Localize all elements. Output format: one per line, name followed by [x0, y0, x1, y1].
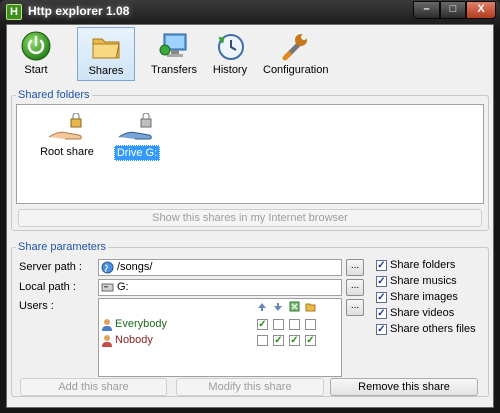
delete-icon	[289, 301, 300, 312]
server-path-value: /songs/	[117, 261, 153, 273]
shared-folders-list[interactable]: Root share Drive G:	[16, 104, 484, 204]
app-window: H Http explorer 1.08 – □ X Start Shares …	[0, 0, 500, 413]
app-icon: H	[6, 4, 22, 20]
power-icon	[20, 30, 52, 62]
user-row-everybody[interactable]: Everybody ✓	[101, 318, 339, 332]
history-icon	[214, 30, 246, 62]
wrench-icon	[279, 30, 311, 62]
folder-icon	[90, 31, 122, 63]
share-musics-checkbox[interactable]: ✓	[376, 276, 387, 287]
share-folders-checkbox[interactable]: ✓	[376, 260, 387, 271]
perm-download-checkbox[interactable]	[273, 319, 284, 330]
option-label: Share others files	[390, 323, 476, 335]
toolbar-shares-button[interactable]: Shares	[77, 27, 135, 81]
share-label: Root share	[40, 146, 94, 158]
show-in-browser-button[interactable]: Show this shares in my Internet browser	[18, 209, 482, 227]
share-label: Drive G:	[113, 145, 161, 161]
toolbar-label: Shares	[88, 65, 124, 77]
option-label: Share images	[390, 291, 458, 303]
perm-delete-checkbox[interactable]: ✓	[289, 335, 300, 346]
user-row-nobody[interactable]: Nobody ✓ ✓ ✓	[101, 334, 339, 348]
toolbar-configuration-button[interactable]: Configuration	[263, 27, 329, 81]
title-bar[interactable]: H Http explorer 1.08 – □ X	[0, 0, 500, 24]
drive-icon	[101, 281, 114, 294]
browse-users-button[interactable]: ...	[346, 299, 364, 316]
toolbar-start-button[interactable]: Start	[9, 27, 63, 81]
shared-folders-group: Shared folders Root share Drive G: Show …	[11, 89, 489, 231]
toolbar-label: Start	[24, 64, 48, 76]
toolbar-transfers-button[interactable]: Transfers	[143, 27, 205, 81]
shared-folders-title: Shared folders	[16, 89, 92, 101]
users-label: Users :	[19, 300, 54, 312]
user-icon	[101, 318, 113, 334]
modify-share-button[interactable]: Modify this share	[176, 378, 324, 396]
client-area: Start Shares Transfers History Configura…	[6, 24, 494, 408]
folder-add-icon	[305, 301, 316, 312]
share-parameters-title: Share parameters	[16, 241, 109, 253]
server-path-field[interactable]: /songs/	[98, 259, 342, 276]
toolbar-label: Configuration	[263, 64, 329, 76]
share-others-files-checkbox[interactable]: ✓	[376, 324, 387, 335]
perm-download-checkbox[interactable]: ✓	[273, 335, 284, 346]
option-label: Share musics	[390, 275, 457, 287]
share-item-drive-g[interactable]: Drive G:	[101, 112, 173, 161]
computer-network-icon	[158, 30, 190, 62]
share-parameters-group: Share parameters Server path : /songs/ .…	[11, 241, 489, 397]
user-name: Everybody	[115, 318, 167, 330]
hand-share-icon	[117, 112, 157, 145]
user-name: Nobody	[115, 334, 153, 346]
add-share-button[interactable]: Add this share	[20, 378, 167, 396]
maximize-button[interactable]: □	[440, 1, 466, 19]
browse-server-path-button[interactable]: ...	[346, 259, 364, 276]
toolbar-label: History	[212, 64, 248, 76]
option-label: Share videos	[390, 307, 455, 319]
server-path-label: Server path :	[19, 261, 82, 273]
users-list[interactable]: Everybody ✓ Nobody ✓ ✓ ✓	[98, 298, 342, 377]
perm-create-folder-checkbox[interactable]: ✓	[305, 335, 316, 346]
user-icon	[101, 334, 113, 350]
window-title: Http explorer 1.08	[28, 4, 130, 18]
share-item-root[interactable]: Root share	[31, 112, 103, 159]
globe-icon	[101, 261, 114, 274]
close-button[interactable]: X	[466, 1, 496, 19]
perm-create-folder-checkbox[interactable]	[305, 319, 316, 330]
download-arrow-icon	[273, 302, 283, 312]
perm-delete-checkbox[interactable]	[289, 319, 300, 330]
minimize-button[interactable]: –	[413, 1, 440, 19]
local-path-field[interactable]: G:	[98, 279, 342, 296]
upload-arrow-icon	[257, 302, 267, 312]
share-videos-checkbox[interactable]: ✓	[376, 308, 387, 319]
remove-share-button[interactable]: Remove this share	[330, 378, 478, 396]
browse-local-path-button[interactable]: ...	[346, 279, 364, 296]
toolbar-history-button[interactable]: History	[207, 27, 253, 81]
perm-upload-checkbox[interactable]: ✓	[257, 319, 268, 330]
hand-share-icon	[47, 112, 87, 145]
toolbar-label: Transfers	[150, 64, 198, 76]
share-images-checkbox[interactable]: ✓	[376, 292, 387, 303]
local-path-value: G:	[117, 281, 129, 293]
option-label: Share folders	[390, 259, 456, 271]
perm-upload-checkbox[interactable]	[257, 335, 268, 346]
local-path-label: Local path :	[19, 281, 76, 293]
